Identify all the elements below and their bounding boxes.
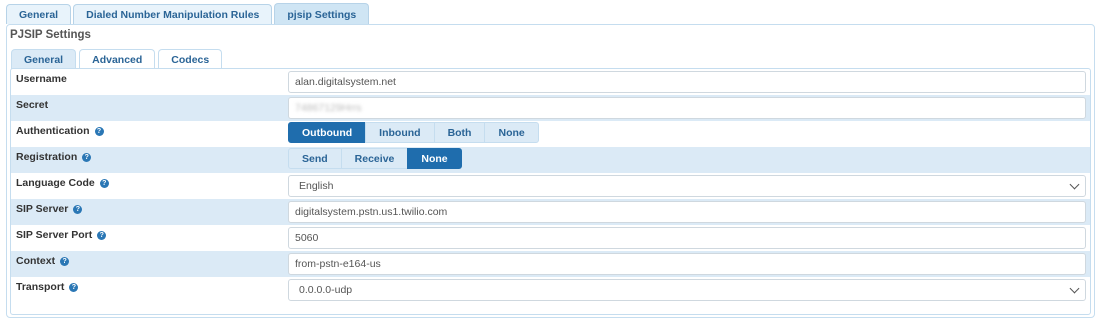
- secret-label: Secret: [16, 99, 48, 111]
- subtab-general[interactable]: General: [11, 49, 77, 69]
- question-circle-icon[interactable]: ?: [94, 126, 104, 136]
- sub-tabs: General Advanced Codecs: [11, 49, 223, 69]
- secret-input[interactable]: 74867129Hrrs: [288, 97, 1086, 119]
- language-code-value: English: [299, 180, 334, 192]
- tab-dialed-number-manipulation-rules[interactable]: Dialed Number Manipulation Rules: [73, 4, 273, 24]
- question-circle-icon[interactable]: ?: [69, 282, 79, 292]
- username-label: Username: [16, 73, 67, 85]
- username-input[interactable]: alan.digitalsystem.net: [288, 71, 1086, 93]
- settings-form: Username alan.digitalsystem.net Secret 7…: [10, 68, 1091, 315]
- language-code-label-text: Language Code: [16, 177, 95, 189]
- registration-send-button[interactable]: Send: [288, 148, 342, 169]
- authentication-toggle-group: Outbound Inbound Both None: [288, 122, 539, 143]
- tab-general[interactable]: General: [6, 4, 72, 24]
- pjsip-settings-panel: PJSIP Settings General Advanced Codecs U…: [6, 24, 1095, 318]
- row-authentication: Authentication ? Outbound Inbound Both N…: [11, 121, 1090, 147]
- top-tabs: General Dialed Number Manipulation Rules…: [6, 3, 370, 25]
- row-language-code: Language Code ? English: [11, 173, 1090, 199]
- transport-label-text: Transport: [16, 281, 65, 293]
- row-registration: Registration ? Send Receive None: [11, 147, 1090, 173]
- sip-server-label-text: SIP Server: [16, 203, 69, 215]
- sip-server-port-label: SIP Server Port ?: [16, 229, 107, 241]
- row-transport: Transport ? 0.0.0.0-udp: [11, 277, 1090, 303]
- sip-server-port-value: 5060: [295, 232, 319, 244]
- question-circle-icon[interactable]: ?: [97, 230, 107, 240]
- sip-server-label: SIP Server ?: [16, 203, 83, 215]
- question-circle-icon[interactable]: ?: [73, 204, 83, 214]
- sip-server-port-label-text: SIP Server Port: [16, 229, 93, 241]
- row-secret: Secret 74867129Hrrs: [11, 95, 1090, 121]
- panel-title: PJSIP Settings: [10, 29, 91, 41]
- registration-none-button[interactable]: None: [407, 148, 462, 169]
- context-label-text: Context: [16, 255, 56, 267]
- question-circle-icon[interactable]: ?: [60, 256, 70, 266]
- secret-label-text: Secret: [16, 99, 49, 111]
- secret-value: 74867129Hrrs: [295, 102, 362, 114]
- sip-server-port-input[interactable]: 5060: [288, 227, 1086, 249]
- authentication-outbound-button[interactable]: Outbound: [288, 122, 367, 143]
- context-label: Context ?: [16, 255, 70, 267]
- authentication-inbound-button[interactable]: Inbound: [365, 122, 435, 143]
- language-code-select[interactable]: English: [288, 175, 1086, 197]
- tab-pjsip-settings[interactable]: pjsip Settings: [274, 3, 370, 25]
- sip-server-value: digitalsystem.pstn.us1.twilio.com: [295, 206, 448, 218]
- registration-label-text: Registration: [16, 151, 78, 163]
- row-username: Username alan.digitalsystem.net: [11, 69, 1090, 95]
- authentication-none-button[interactable]: None: [484, 122, 539, 143]
- registration-label: Registration ?: [16, 151, 92, 163]
- transport-label: Transport ?: [16, 281, 79, 293]
- chevron-down-icon: [1069, 179, 1080, 190]
- registration-toggle-group: Send Receive None: [288, 148, 462, 169]
- context-input[interactable]: from-pstn-e164-us: [288, 253, 1086, 275]
- authentication-label: Authentication ?: [16, 125, 104, 137]
- row-sip-server-port: SIP Server Port ? 5060: [11, 225, 1090, 251]
- authentication-label-text: Authentication: [16, 125, 90, 137]
- language-code-label: Language Code ?: [16, 177, 109, 189]
- question-circle-icon[interactable]: ?: [82, 152, 92, 162]
- question-circle-icon[interactable]: ?: [99, 178, 109, 188]
- registration-receive-button[interactable]: Receive: [340, 148, 409, 169]
- transport-select[interactable]: 0.0.0.0-udp: [288, 279, 1086, 301]
- chevron-down-icon: [1069, 283, 1080, 294]
- subtab-advanced[interactable]: Advanced: [79, 49, 156, 69]
- context-value: from-pstn-e164-us: [295, 258, 381, 270]
- subtab-codecs[interactable]: Codecs: [158, 49, 223, 69]
- transport-value: 0.0.0.0-udp: [299, 284, 353, 296]
- username-value: alan.digitalsystem.net: [295, 76, 396, 88]
- row-sip-server: SIP Server ? digitalsystem.pstn.us1.twil…: [11, 199, 1090, 225]
- authentication-both-button[interactable]: Both: [433, 122, 486, 143]
- username-label-text: Username: [16, 73, 67, 85]
- sip-server-input[interactable]: digitalsystem.pstn.us1.twilio.com: [288, 201, 1086, 223]
- row-context: Context ? from-pstn-e164-us: [11, 251, 1090, 277]
